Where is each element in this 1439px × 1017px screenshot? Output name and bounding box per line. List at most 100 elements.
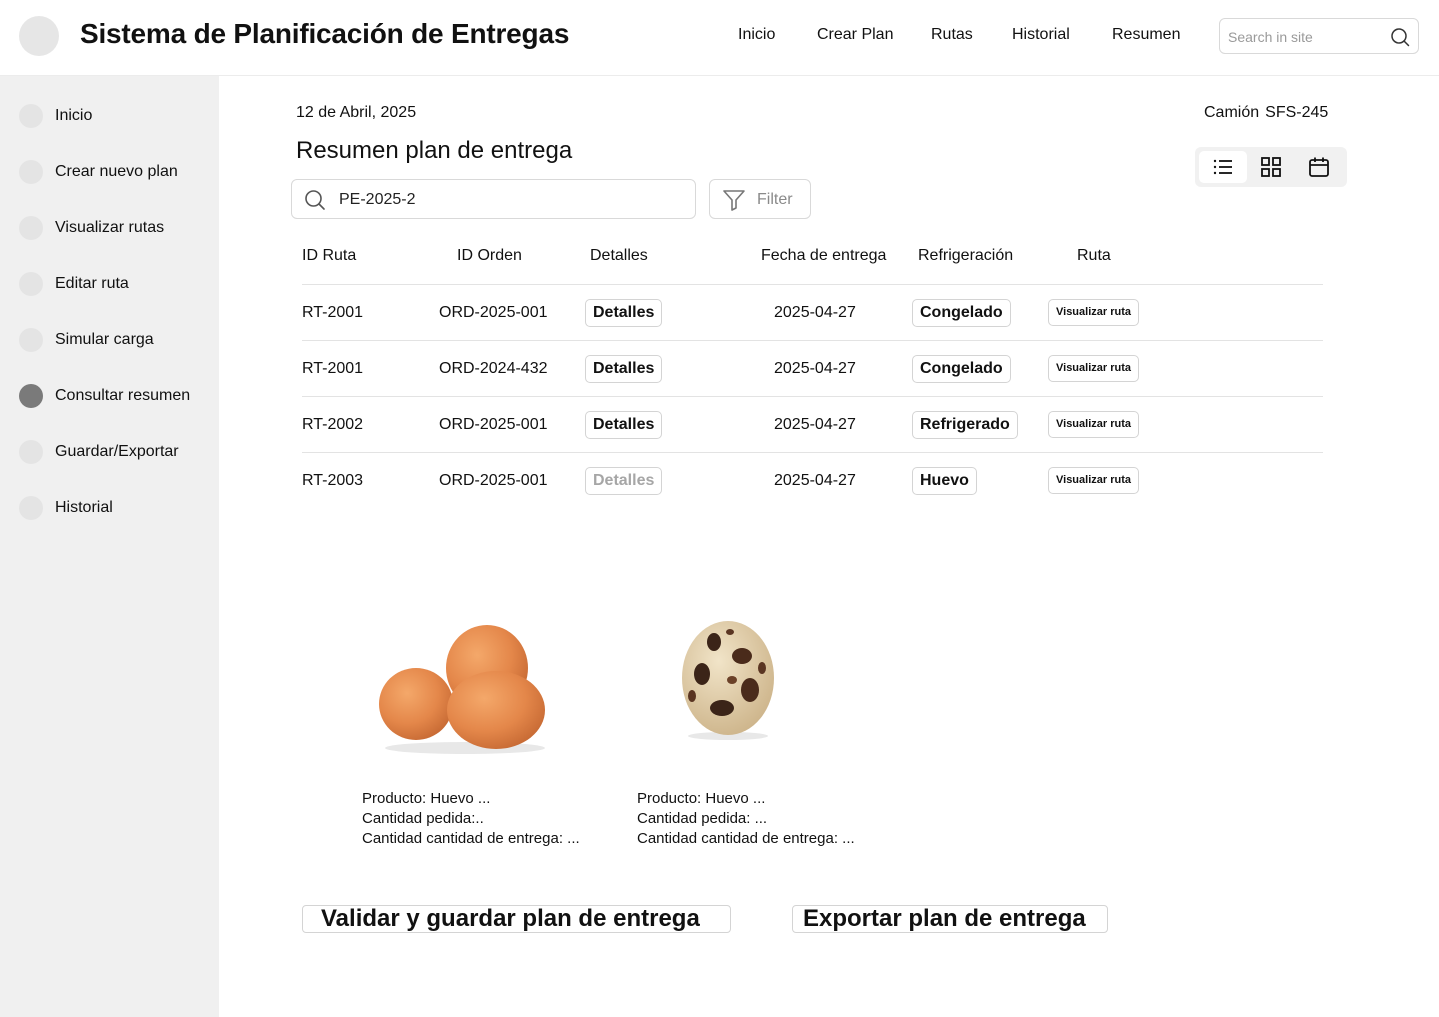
search-icon [304, 189, 326, 216]
filter-button[interactable]: Filter [709, 179, 811, 219]
sidebar-dot-icon [19, 216, 43, 240]
product-ordered-qty: Cantidad pedida:.. [362, 810, 484, 827]
sidebar-item-label: Inicio [55, 107, 93, 124]
product-name: Producto: Huevo ... [637, 790, 766, 807]
route-id-cell: RT-2002 [302, 416, 364, 433]
column-header-route-id: ID Ruta [302, 247, 357, 264]
sidebar-dot-icon [19, 272, 43, 296]
order-id-cell: ORD-2025-001 [439, 472, 548, 489]
column-header-route: Ruta [1077, 247, 1111, 264]
refrigeration-badge: Congelado [912, 299, 1011, 327]
validate-save-button[interactable]: Validar y guardar plan de entrega [302, 905, 731, 933]
page-title: Resumen plan de entrega [296, 137, 573, 164]
sidebar-item-label: Simular carga [55, 331, 154, 348]
details-button[interactable]: Detalles [585, 355, 663, 383]
details-button[interactable]: Detalles [585, 299, 663, 327]
topnav-inicio[interactable]: Inicio [738, 26, 775, 44]
sidebar-item-simular-carga[interactable]: Simular carga [19, 328, 209, 352]
sidebar-item-editar-ruta[interactable]: Editar ruta [19, 272, 209, 296]
route-id-cell: RT-2001 [302, 304, 364, 321]
sidebar-dot-icon [19, 328, 43, 352]
topnav-rutas[interactable]: Rutas [931, 26, 973, 44]
order-id-cell: ORD-2025-001 [439, 416, 548, 433]
sidebar-item-label: Crear nuevo plan [55, 163, 178, 180]
delivery-date-cell: 2025-04-27 [774, 472, 856, 489]
sidebar-dot-icon [19, 104, 43, 128]
topnav-resumen[interactable]: Resumen [1112, 26, 1180, 44]
route-id-cell: RT-2001 [302, 360, 364, 377]
sidebar-item-label: Editar ruta [55, 275, 129, 292]
table-row: RT-2003 ORD-2025-001 Detalles 2025-04-27… [302, 452, 1323, 508]
search-icon[interactable] [1390, 27, 1410, 47]
product-card-text: Producto: Huevo ... Cantidad pedida:.. C… [362, 789, 580, 849]
refrigeration-badge: Refrigerado [912, 411, 1018, 439]
sidebar-item-label: Visualizar rutas [55, 219, 165, 236]
grid-icon [1261, 157, 1281, 177]
sidebar-item-visualizar-rutas[interactable]: Visualizar rutas [19, 216, 209, 240]
product-delivery-qty: Cantidad cantidad de entrega: ... [637, 830, 855, 847]
table-row: RT-2001 ORD-2025-001 Detalles 2025-04-27… [302, 284, 1323, 340]
product-delivery-qty: Cantidad cantidad de entrega: ... [362, 830, 580, 847]
sidebar-item-label: Consultar resumen [55, 387, 191, 404]
plan-date: 12 de Abril, 2025 [296, 104, 417, 121]
plan-search-input[interactable] [339, 190, 679, 210]
sidebar-item-label: Guardar/Exportar [55, 443, 179, 460]
sidebar-item-consultar-resumen[interactable]: Consultar resumen [19, 384, 209, 408]
sidebar: Inicio Crear nuevo plan Visualizar rutas… [0, 76, 219, 1017]
sidebar-item-historial[interactable]: Historial [19, 496, 209, 520]
column-header-refrigeration: Refrigeración [918, 247, 1014, 264]
sidebar-dot-active-icon [19, 384, 43, 408]
table-row: RT-2001 ORD-2024-432 Detalles 2025-04-27… [302, 340, 1323, 396]
sidebar-item-guardar-exportar[interactable]: Guardar/Exportar [19, 440, 209, 464]
list-view-button[interactable] [1199, 151, 1247, 183]
filter-label: Filter [757, 191, 793, 208]
site-search-input[interactable] [1228, 27, 1388, 47]
delivery-date-cell: 2025-04-27 [774, 304, 856, 321]
refrigeration-badge: Congelado [912, 355, 1011, 383]
view-route-button[interactable]: Visualizar ruta [1048, 411, 1139, 438]
top-header: Sistema de Planificación de Entregas Ini… [0, 0, 1439, 76]
site-search [1219, 18, 1419, 54]
delivery-date-cell: 2025-04-27 [774, 360, 856, 377]
product-ordered-qty: Cantidad pedida: ... [637, 810, 768, 827]
topnav-crear-plan[interactable]: Crear Plan [817, 26, 893, 44]
filter-icon [722, 189, 746, 216]
brown-eggs-image [379, 625, 545, 754]
table-row: RT-2002 ORD-2025-001 Detalles 2025-04-27… [302, 396, 1323, 452]
plan-search [291, 179, 696, 219]
refrigeration-badge: Huevo [912, 467, 977, 495]
calendar-view-button[interactable] [1295, 151, 1343, 183]
delivery-date-cell: 2025-04-27 [774, 416, 856, 433]
truck-label: Camión [1204, 104, 1260, 121]
sidebar-dot-icon [19, 440, 43, 464]
app-title: Sistema de Planificación de Entregas [80, 18, 570, 49]
route-id-cell: RT-2003 [302, 472, 364, 489]
sidebar-dot-icon [19, 160, 43, 184]
grid-view-button[interactable] [1247, 151, 1295, 183]
export-button[interactable]: Exportar plan de entrega [792, 905, 1108, 933]
view-route-button[interactable]: Visualizar ruta [1048, 467, 1139, 494]
details-button[interactable]: Detalles [585, 411, 663, 439]
view-mode-toggle [1195, 147, 1347, 187]
view-route-button[interactable]: Visualizar ruta [1048, 355, 1139, 382]
order-id-cell: ORD-2025-001 [439, 304, 548, 321]
topnav-historial[interactable]: Historial [1012, 26, 1070, 44]
truck-id: SFS-245 [1265, 104, 1329, 121]
details-button-disabled: Detalles [585, 467, 663, 495]
app-logo[interactable] [19, 16, 59, 56]
view-route-button[interactable]: Visualizar ruta [1048, 299, 1139, 326]
column-header-delivery-date: Fecha de entrega [761, 247, 887, 264]
sidebar-item-label: Historial [55, 499, 113, 516]
product-name: Producto: Huevo ... [362, 790, 491, 807]
product-card-text: Producto: Huevo ... Cantidad pedida: ...… [637, 789, 855, 849]
calendar-icon [1309, 157, 1329, 177]
quail-egg-image [682, 621, 774, 740]
sidebar-dot-icon [19, 496, 43, 520]
truck-info: Camión SFS-245 [1204, 104, 1328, 122]
column-header-details: Detalles [590, 247, 648, 264]
sidebar-item-crear-nuevo-plan[interactable]: Crear nuevo plan [19, 160, 209, 184]
order-id-cell: ORD-2024-432 [439, 360, 548, 377]
column-header-order-id: ID Orden [457, 247, 522, 264]
list-icon [1213, 159, 1232, 175]
sidebar-item-inicio[interactable]: Inicio [19, 104, 209, 128]
